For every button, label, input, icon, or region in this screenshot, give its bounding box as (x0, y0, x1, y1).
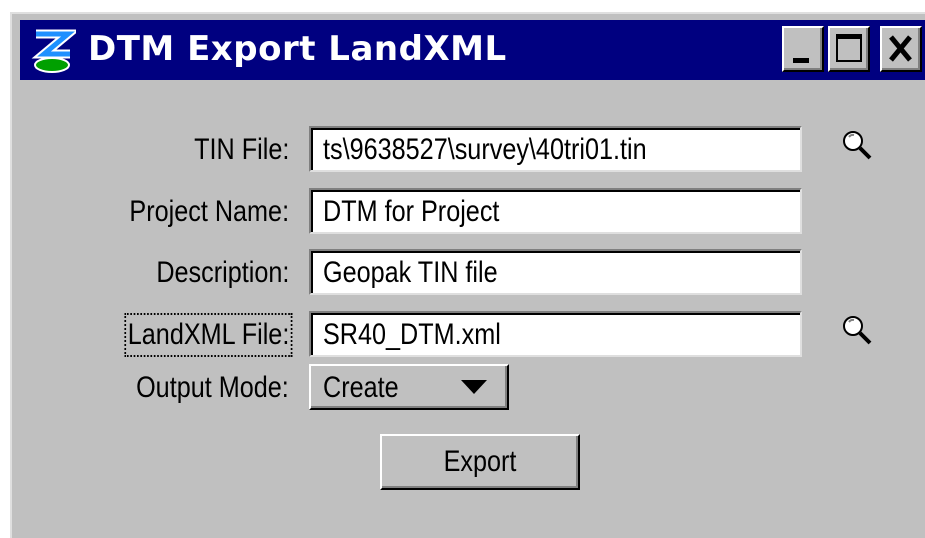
project-name-label: Project Name: (129, 195, 289, 228)
tin-file-input[interactable]: ts\9638527\survey\40tri01.tin (309, 126, 802, 172)
landxml-file-input[interactable]: SR40_DTM.xml (309, 311, 802, 357)
title-bar[interactable]: DTM Export LandXML (20, 20, 925, 80)
landxml-file-label: LandXML File: (124, 313, 293, 357)
maximize-button[interactable] (828, 26, 870, 72)
output-mode-label: Output Mode: (136, 371, 289, 404)
tin-file-label: TIN File: (193, 133, 289, 166)
window-title: DTM Export LandXML (88, 29, 507, 69)
output-mode-value: Create (323, 371, 399, 404)
project-name-input[interactable]: DTM for Project (309, 188, 802, 234)
description-value: Geopak TIN file (323, 256, 498, 289)
dialog-window: DTM Export LandXML TIN File: ts\9638527\… (10, 12, 925, 538)
export-button[interactable]: Export (380, 434, 580, 490)
magnifier-icon[interactable] (838, 311, 878, 351)
dropdown-arrow-icon (461, 380, 487, 394)
app-logo-icon (31, 29, 76, 73)
description-label: Description: (155, 256, 289, 289)
export-button-label: Export (443, 445, 517, 478)
minimize-button[interactable] (782, 26, 824, 72)
description-input[interactable]: Geopak TIN file (309, 249, 802, 295)
landxml-file-value: SR40_DTM.xml (323, 318, 501, 351)
project-name-value: DTM for Project (323, 195, 500, 228)
close-icon (889, 35, 912, 62)
minimize-icon (793, 58, 809, 63)
close-button[interactable] (880, 26, 922, 72)
magnifier-icon[interactable] (838, 126, 878, 166)
tin-file-value: ts\9638527\survey\40tri01.tin (323, 133, 647, 166)
output-mode-select[interactable]: Create (309, 364, 509, 410)
maximize-icon (836, 34, 862, 62)
